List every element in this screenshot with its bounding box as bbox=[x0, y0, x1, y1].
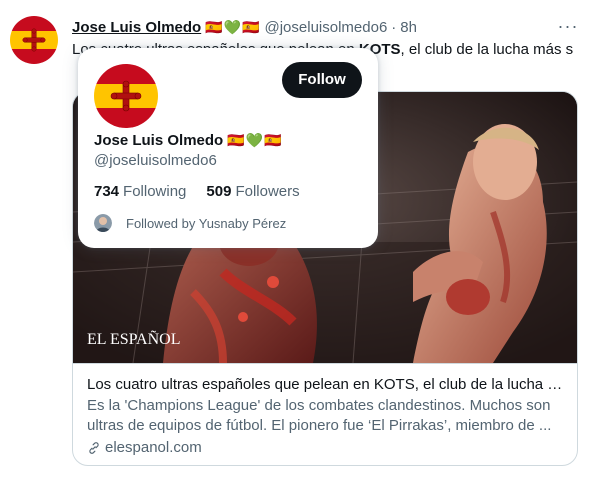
card-image-watermark: EL ESPAÑOL bbox=[87, 330, 181, 348]
followers-label: Followers bbox=[235, 183, 300, 200]
castilla-cross-flag-avatar-icon bbox=[94, 64, 158, 128]
hovercard-name[interactable]: Jose Luis Olmedo bbox=[94, 132, 223, 149]
hovercard-handle[interactable]: @joseluisolmedo6 bbox=[94, 152, 217, 169]
separator-dot: · bbox=[391, 18, 397, 36]
more-dots-icon[interactable]: ··· bbox=[556, 14, 580, 38]
author-avatar[interactable] bbox=[10, 16, 58, 64]
author-handle[interactable]: @joseluisolmedo6 bbox=[265, 19, 388, 36]
card-domain-text: elespanol.com bbox=[105, 439, 202, 456]
card-text[interactable]: Los cuatro ultras españoles que pelean e… bbox=[73, 363, 577, 465]
hovercard-name-row: Jose Luis Olmedo 🇪🇸💚🇪🇸 bbox=[94, 132, 283, 149]
follower-avatar bbox=[94, 214, 112, 232]
following-count: 734 bbox=[94, 183, 120, 200]
tweet[interactable]: Jose Luis Olmedo 🇪🇸💚🇪🇸 @joseluisolmedo6 … bbox=[0, 0, 611, 477]
hovercard-flag-emojis: 🇪🇸💚🇪🇸 bbox=[227, 132, 283, 148]
followed-by-text: Followed by Yusnaby Pérez bbox=[126, 215, 287, 231]
profile-hovercard: Follow Jose Luis Olmedo 🇪🇸💚🇪🇸 @joseluiso… bbox=[78, 48, 378, 248]
hovercard-stats: 734 Following 509 Followers bbox=[94, 183, 320, 200]
followed-by[interactable]: Followed by Yusnaby Pérez bbox=[94, 214, 286, 232]
followers-stat[interactable]: 509 Followers bbox=[206, 183, 299, 200]
card-domain[interactable]: elespanol.com bbox=[87, 438, 563, 458]
author-name[interactable]: Jose Luis Olmedo bbox=[72, 19, 201, 36]
card-title[interactable]: Los cuatro ultras españoles que pelean e… bbox=[87, 375, 563, 395]
link-icon bbox=[89, 442, 99, 454]
castilla-cross-flag-avatar-icon bbox=[10, 16, 58, 64]
following-label: Following bbox=[123, 183, 187, 200]
author-flag-emojis: 🇪🇸💚🇪🇸 bbox=[205, 18, 261, 35]
card-description: Es la 'Champions League' de los combates… bbox=[87, 397, 552, 434]
followers-count: 509 bbox=[206, 183, 232, 200]
hovercard-avatar[interactable] bbox=[94, 64, 158, 128]
tweet-timestamp[interactable]: 8h bbox=[400, 19, 417, 36]
tweet-header: Jose Luis Olmedo 🇪🇸💚🇪🇸 @joseluisolmedo6 … bbox=[72, 17, 417, 37]
person-avatar-icon bbox=[94, 214, 112, 232]
follow-button[interactable]: Follow bbox=[282, 62, 362, 98]
following-stat[interactable]: 734 Following bbox=[94, 183, 186, 200]
tweet-text-end: , el club de la lucha más s bbox=[400, 41, 574, 58]
